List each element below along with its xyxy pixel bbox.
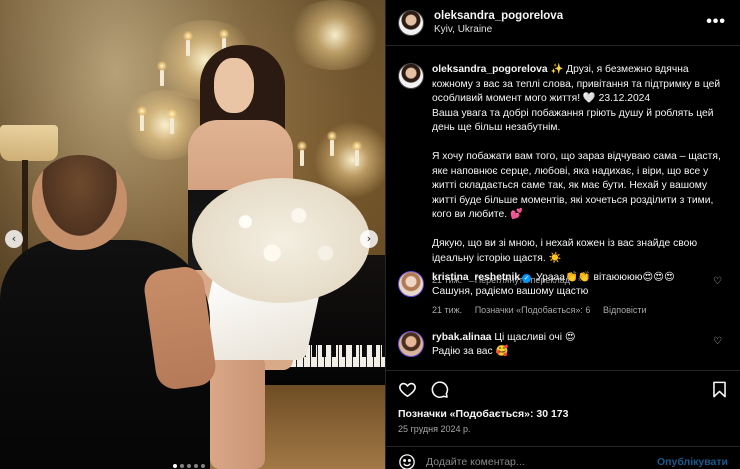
post-header: oleksandra_pogorelova Kyiv, Ukraine •••	[386, 0, 740, 46]
candle	[167, 109, 177, 134]
carousel-dots	[173, 464, 205, 468]
heart-icon[interactable]	[397, 380, 417, 400]
carousel-dot	[173, 464, 177, 468]
candle	[297, 141, 307, 166]
carousel-dot	[201, 464, 205, 468]
post-side-panel: oleksandra_pogorelova Kyiv, Ukraine ••• …	[385, 0, 740, 469]
candle	[183, 31, 193, 56]
header-username[interactable]: oleksandra_pogorelova	[434, 10, 563, 22]
bookmark-icon[interactable]	[709, 380, 729, 400]
heart-icon[interactable]: ♡	[713, 276, 722, 287]
lamp-shade	[0, 125, 58, 161]
post-photo[interactable]: ‹ ›	[0, 0, 385, 469]
post-date: 25 грудня 2024 р.	[398, 424, 471, 434]
avatar[interactable]	[398, 63, 424, 89]
post-caption: oleksandra_pogorelova ✨ Друзі, я безмежн…	[398, 63, 728, 285]
comment-username[interactable]: kristina_reshetnik	[432, 272, 520, 283]
caption-paragraph-2: Я хочу побажати вам того, що зараз відчу…	[432, 151, 721, 220]
chevron-right-icon[interactable]: ›	[360, 230, 378, 248]
avatar[interactable]	[398, 9, 424, 36]
woman-legs	[210, 355, 265, 469]
header-location[interactable]: Kyiv, Ukraine	[434, 24, 563, 35]
candle	[352, 141, 362, 166]
reply-button[interactable]: Відповісти	[603, 305, 647, 315]
action-bar	[386, 370, 740, 408]
more-horizontal-icon[interactable]: •••	[706, 13, 726, 31]
caption-text: oleksandra_pogorelova ✨ Друзі, я безмежн…	[432, 63, 728, 266]
post-modal: ‹ › oleksandra_pogorelova Kyiv, Ukraine …	[0, 0, 740, 469]
comments-scroll-area[interactable]: oleksandra_pogorelova ✨ Друзі, я безмежн…	[386, 47, 740, 370]
candle	[157, 61, 167, 86]
comment-text: Радію за вас 🥰	[432, 346, 509, 357]
woman-face	[214, 58, 254, 113]
comment-username[interactable]: rybak.alinaa	[432, 332, 492, 343]
comment-item: rybak.alinaa Ці щасливі очі 😍 Радію за в…	[398, 331, 728, 359]
comment-input[interactable]	[426, 455, 657, 468]
comment-text: Урааа👏👏 вітаюююю😍😍😍	[536, 272, 675, 283]
chandelier-light	[285, 0, 385, 70]
rose-bouquet	[192, 178, 370, 303]
comment-icon[interactable]	[429, 380, 449, 400]
candle	[137, 106, 147, 131]
likes-count[interactable]: Позначки «Подобається»: 30 173	[398, 408, 568, 420]
add-comment-bar: Опублікувати	[386, 446, 740, 469]
carousel-dot	[187, 464, 191, 468]
carousel-dot	[180, 464, 184, 468]
verified-badge-icon: ✓	[522, 274, 532, 283]
caption-username[interactable]: oleksandra_pogorelova	[432, 64, 548, 75]
carousel-dot	[194, 464, 198, 468]
caption-paragraph-3: Дякую, що ви зі мною, і нехай кожен із в…	[432, 238, 698, 264]
comment-text: Ці щасливі очі 😍	[494, 332, 576, 343]
heart-icon[interactable]: ♡	[713, 336, 722, 347]
avatar[interactable]	[398, 331, 424, 357]
man-head	[32, 155, 127, 250]
emoji-icon[interactable]	[398, 453, 416, 469]
chevron-left-icon[interactable]: ‹	[5, 230, 23, 248]
avatar[interactable]	[398, 271, 424, 297]
comment-likes[interactable]: Позначки «Подобається»: 6	[475, 305, 591, 315]
comment-text: Сашуня, радіємо вашому щастю	[432, 286, 589, 297]
comment-meta: 21 тиж. Позначки «Подобається»: 6 Відпов…	[432, 305, 728, 315]
candle	[327, 131, 337, 156]
comment-age: 21 тиж.	[432, 305, 463, 315]
comment-item: kristina_reshetnik ✓ Урааа👏👏 вітаюююю😍😍😍 …	[398, 271, 728, 315]
publish-button[interactable]: Опублікувати	[657, 456, 728, 468]
